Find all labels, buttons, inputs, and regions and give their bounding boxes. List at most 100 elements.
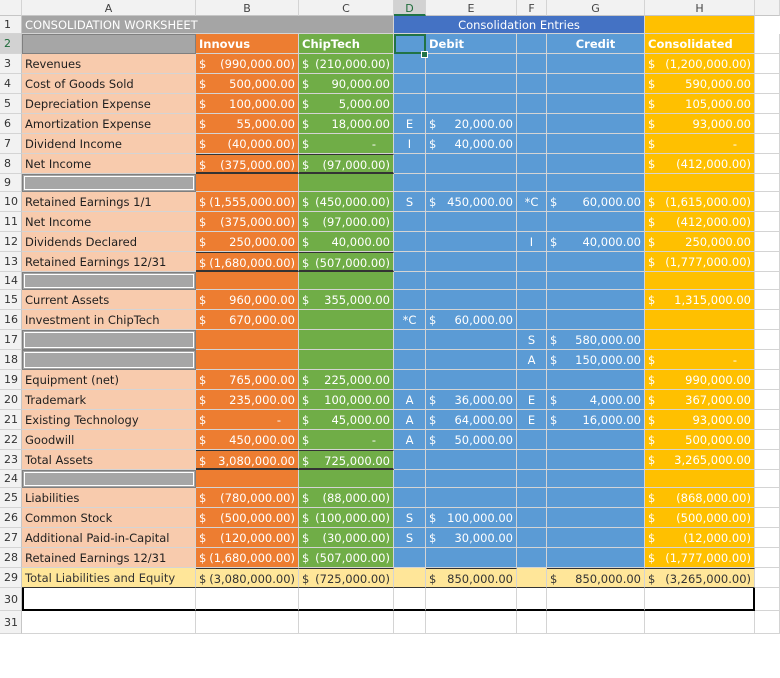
cell-i11[interactable] <box>755 212 780 232</box>
cell-a13[interactable]: Retained Earnings 12/31 <box>22 252 196 272</box>
cell-f17[interactable]: S <box>517 330 547 350</box>
cell-a10[interactable]: Retained Earnings 1/1 <box>22 192 196 212</box>
cell-h18[interactable]: $ - <box>645 350 755 370</box>
cell-c18[interactable] <box>299 350 394 370</box>
cell-h15[interactable]: $1,315,000.00 <box>645 290 755 310</box>
cell-a26[interactable]: Common Stock <box>22 508 196 528</box>
cell-e30[interactable] <box>426 588 517 611</box>
cell-g6[interactable] <box>547 114 645 134</box>
cell-e17[interactable] <box>426 330 517 350</box>
cell-e12[interactable] <box>426 232 517 252</box>
cell-i23[interactable] <box>755 450 780 470</box>
cell-d19[interactable] <box>394 370 426 390</box>
row-header-13[interactable]: 13 <box>0 252 22 272</box>
cell-i5[interactable] <box>755 94 780 114</box>
row-header-20[interactable]: 20 <box>0 390 22 410</box>
cell-b22[interactable]: $450,000.00 <box>196 430 299 450</box>
cell-g17[interactable]: $580,000.00 <box>547 330 645 350</box>
cell-h27[interactable]: $ (12,000.00) <box>645 528 755 548</box>
cell-f15[interactable] <box>517 290 547 310</box>
column-header-g[interactable]: G <box>547 0 645 16</box>
cell-a12[interactable]: Dividends Declared <box>22 232 196 252</box>
cell-a25[interactable]: Liabilities <box>22 488 196 508</box>
cell-e13[interactable] <box>426 252 517 272</box>
cell-b12[interactable]: $250,000.00 <box>196 232 299 252</box>
column-header-c[interactable]: C <box>299 0 394 16</box>
cell-c9[interactable] <box>299 174 394 192</box>
cell-f16[interactable] <box>517 310 547 330</box>
cell-f12[interactable]: I <box>517 232 547 252</box>
cell-i13[interactable] <box>755 252 780 272</box>
cell-f24[interactable] <box>517 470 547 488</box>
cell-b25[interactable]: $ (780,000.00) <box>196 488 299 508</box>
cell-f29[interactable] <box>517 568 547 588</box>
row-header-28[interactable]: 28 <box>0 548 22 568</box>
cell-f6[interactable] <box>517 114 547 134</box>
cell-b31[interactable] <box>196 611 299 634</box>
cell-f22[interactable] <box>517 430 547 450</box>
cell-i16[interactable] <box>755 310 780 330</box>
cell-a9[interactable] <box>22 174 196 192</box>
cell-h7[interactable]: $ - <box>645 134 755 154</box>
cell-h23[interactable]: $3,265,000.00 <box>645 450 755 470</box>
cell-g9[interactable] <box>547 174 645 192</box>
cell-h16[interactable] <box>645 310 755 330</box>
cell-d8[interactable] <box>394 154 426 174</box>
cell-i10[interactable] <box>755 192 780 212</box>
cell-h6[interactable]: $93,000.00 <box>645 114 755 134</box>
row-header-3[interactable]: 3 <box>0 54 22 74</box>
cell-e15[interactable] <box>426 290 517 310</box>
row-header-15[interactable]: 15 <box>0 290 22 310</box>
cell-b20[interactable]: $235,000.00 <box>196 390 299 410</box>
cell-b30[interactable] <box>196 588 299 611</box>
cell-g23[interactable] <box>547 450 645 470</box>
cell-c27[interactable]: $ (30,000.00) <box>299 528 394 548</box>
cell-e4[interactable] <box>426 74 517 94</box>
cell-g18[interactable]: $150,000.00 <box>547 350 645 370</box>
cell-f31[interactable] <box>517 611 547 634</box>
cell-a20[interactable]: Trademark <box>22 390 196 410</box>
cell-c29[interactable]: $ (725,000.00) <box>299 568 394 588</box>
cell-b11[interactable]: $ (375,000.00) <box>196 212 299 232</box>
cell-g7[interactable] <box>547 134 645 154</box>
row-header-5[interactable]: 5 <box>0 94 22 114</box>
row-header-27[interactable]: 27 <box>0 528 22 548</box>
select-all-corner[interactable] <box>0 0 22 16</box>
cell-a21[interactable]: Existing Technology <box>22 410 196 430</box>
cell-a27[interactable]: Additional Paid-in-Capital <box>22 528 196 548</box>
cell-h5[interactable]: $105,000.00 <box>645 94 755 114</box>
cell-d20[interactable]: A <box>394 390 426 410</box>
cell-b26[interactable]: $ (500,000.00) <box>196 508 299 528</box>
cell-h21[interactable]: $93,000.00 <box>645 410 755 430</box>
row-header-30[interactable]: 30 <box>0 588 22 611</box>
row-header-4[interactable]: 4 <box>0 74 22 94</box>
cell-h28[interactable]: $ (1,777,000.00) <box>645 548 755 568</box>
cell-i4[interactable] <box>755 74 780 94</box>
cell-c31[interactable] <box>299 611 394 634</box>
cell-e14[interactable] <box>426 272 517 290</box>
cell-a18[interactable] <box>22 350 196 370</box>
row-header-19[interactable]: 19 <box>0 370 22 390</box>
cell-b2[interactable]: Innovus <box>196 34 299 54</box>
cell-d5[interactable] <box>394 94 426 114</box>
cell-d16[interactable]: *C <box>394 310 426 330</box>
cell-e10[interactable]: $450,000.00 <box>426 192 517 212</box>
column-header-d[interactable]: D <box>394 0 426 16</box>
cell-f4[interactable] <box>517 74 547 94</box>
cell-h31[interactable] <box>645 611 755 634</box>
cell-b10[interactable]: $ (1,555,000.00) <box>196 192 299 212</box>
cell-f9[interactable] <box>517 174 547 192</box>
cell-i31[interactable] <box>755 611 780 634</box>
cell-i9[interactable] <box>755 174 780 192</box>
cell-h8[interactable]: $ (412,000.00) <box>645 154 755 174</box>
cell-g19[interactable] <box>547 370 645 390</box>
cell-h26[interactable]: $ (500,000.00) <box>645 508 755 528</box>
cell-h13[interactable]: $ (1,777,000.00) <box>645 252 755 272</box>
worksheet-title[interactable]: CONSOLIDATION WORKSHEET <box>22 16 394 34</box>
cell-g28[interactable] <box>547 548 645 568</box>
cell-b16[interactable]: $670,000.00 <box>196 310 299 330</box>
cell-i22[interactable] <box>755 430 780 450</box>
cell-c23[interactable]: $725,000.00 <box>299 450 394 470</box>
cell-e23[interactable] <box>426 450 517 470</box>
cell-a31[interactable] <box>22 611 196 634</box>
